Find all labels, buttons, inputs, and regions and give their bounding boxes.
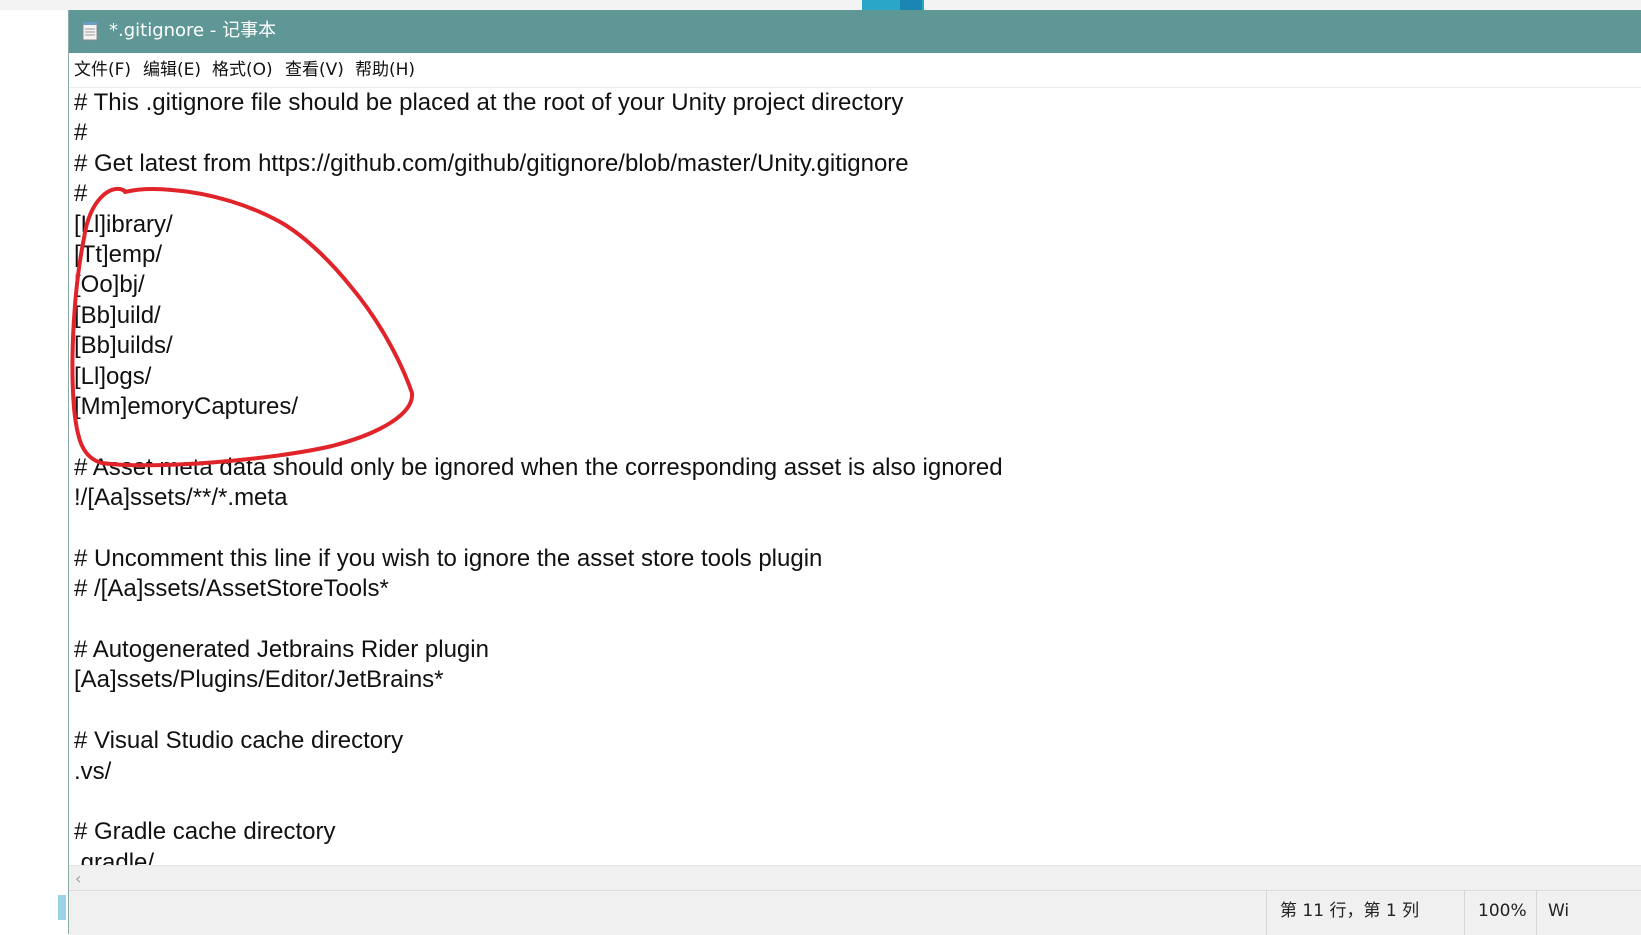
editor-line[interactable]: # bbox=[74, 179, 1003, 209]
editor-line[interactable]: [Ll]ibrary/ bbox=[74, 210, 1003, 240]
menu-format[interactable]: 格式(O) bbox=[212, 60, 273, 80]
status-separator bbox=[1266, 891, 1267, 935]
line-ending: Wi bbox=[1548, 901, 1570, 921]
editor-line[interactable]: # Visual Studio cache directory bbox=[74, 726, 1003, 756]
editor-line[interactable]: # Asset meta data should only be ignored… bbox=[74, 453, 1003, 483]
editor-line[interactable]: [Ll]ogs/ bbox=[74, 362, 1003, 392]
editor-line[interactable]: # Autogenerated Jetbrains Rider plugin bbox=[74, 635, 1003, 665]
editor-line[interactable]: [Bb]uild/ bbox=[74, 301, 1003, 331]
editor-line[interactable]: # bbox=[74, 118, 1003, 148]
cursor-position: 第 11 行，第 1 列 bbox=[1280, 901, 1420, 921]
status-separator bbox=[1464, 891, 1465, 935]
editor-line[interactable]: [Tt]emp/ bbox=[74, 240, 1003, 270]
menu-view[interactable]: 查看(V) bbox=[285, 60, 344, 80]
editor-line[interactable] bbox=[74, 787, 1003, 817]
editor-line[interactable]: # Uncomment this line if you wish to ign… bbox=[74, 544, 1003, 574]
editor-line[interactable] bbox=[74, 422, 1003, 452]
menu-bar: 文件(F) 编辑(E) 格式(O) 查看(V) 帮助(H) bbox=[69, 53, 1641, 88]
text-editor[interactable]: # This .gitignore file should be placed … bbox=[69, 88, 1641, 865]
editor-line[interactable]: # Gradle cache directory bbox=[74, 817, 1003, 847]
editor-line[interactable]: [Aa]ssets/Plugins/Editor/JetBrains* bbox=[74, 665, 1003, 695]
editor-line[interactable]: .vs/ bbox=[74, 757, 1003, 787]
editor-line[interactable]: # This .gitignore file should be placed … bbox=[74, 88, 1003, 118]
desktop-edge-accent bbox=[58, 895, 66, 920]
editor-line[interactable]: [Bb]uilds/ bbox=[74, 331, 1003, 361]
editor-line[interactable] bbox=[74, 513, 1003, 543]
menu-help[interactable]: 帮助(H) bbox=[355, 60, 415, 80]
editor-content[interactable]: # This .gitignore file should be placed … bbox=[74, 88, 1003, 865]
editor-line[interactable]: !/[Aa]ssets/**/*.meta bbox=[74, 483, 1003, 513]
editor-line[interactable]: # Get latest from https://github.com/git… bbox=[74, 149, 1003, 179]
menu-file[interactable]: 文件(F) bbox=[74, 60, 131, 80]
editor-line[interactable] bbox=[74, 605, 1003, 635]
editor-line[interactable]: # /[Aa]ssets/AssetStoreTools* bbox=[74, 574, 1003, 604]
scroll-left-arrow-icon[interactable]: ‹ bbox=[75, 869, 81, 888]
zoom-level: 100% bbox=[1478, 901, 1527, 921]
editor-line[interactable]: [Oo]bj/ bbox=[74, 270, 1003, 300]
editor-line[interactable]: .gradle/ bbox=[74, 848, 1003, 865]
title-bar[interactable]: *.gitignore - 记事本 bbox=[69, 10, 1641, 53]
window-title: *.gitignore - 记事本 bbox=[109, 20, 277, 41]
editor-line[interactable] bbox=[74, 696, 1003, 726]
horizontal-scrollbar[interactable]: ‹ bbox=[69, 865, 1641, 891]
editor-line[interactable]: [Mm]emoryCaptures/ bbox=[74, 392, 1003, 422]
status-bar: 第 11 行，第 1 列 100% Wi bbox=[69, 890, 1641, 935]
desktop-taskbar-accent-dark bbox=[900, 0, 922, 10]
notepad-icon bbox=[82, 22, 98, 41]
notepad-window: *.gitignore - 记事本 文件(F) 编辑(E) 格式(O) 查看(V… bbox=[68, 10, 1641, 935]
desktop-background bbox=[0, 0, 1641, 10]
status-separator bbox=[1536, 891, 1537, 935]
menu-edit[interactable]: 编辑(E) bbox=[143, 60, 201, 80]
